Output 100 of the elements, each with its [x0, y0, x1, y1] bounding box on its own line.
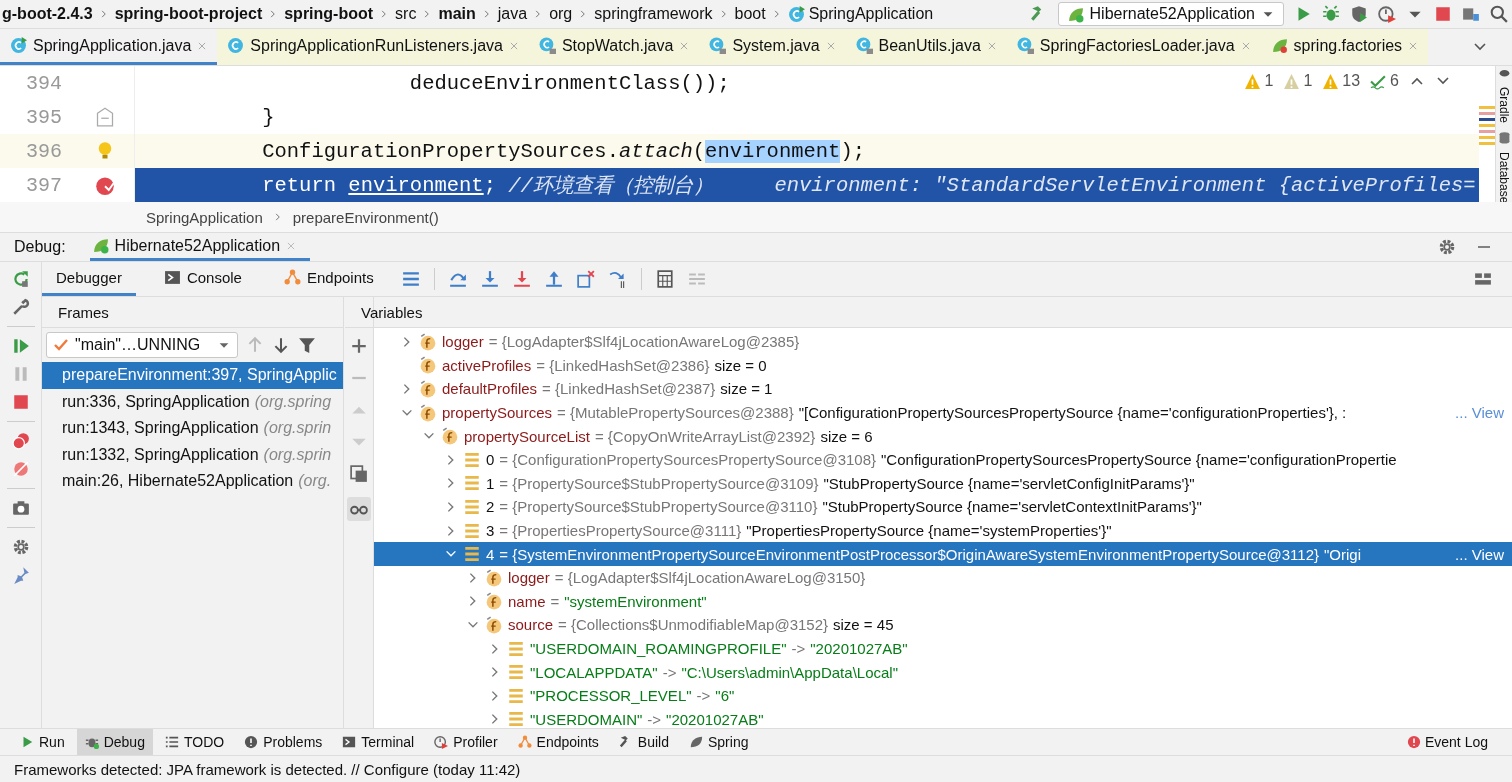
close-icon[interactable]	[986, 40, 997, 51]
filter-icon[interactable]	[298, 336, 316, 354]
inspection-counter[interactable]: 13	[1322, 72, 1361, 90]
editor-tab[interactable]: SpringApplicationRunListeners.java	[217, 29, 529, 65]
mute-breakpoints-icon[interactable]	[11, 460, 30, 478]
side-tool-button[interactable]: Gradle	[1497, 87, 1511, 124]
project-structure-icon[interactable]	[1462, 5, 1480, 23]
breadcrumb-item[interactable]: g-boot-2.4.3	[2, 5, 93, 23]
tool-window-button[interactable]: Problems	[236, 729, 331, 755]
inspection-counter[interactable]: 1	[1283, 72, 1313, 90]
search-icon[interactable]	[1490, 5, 1508, 23]
close-icon[interactable]	[508, 40, 519, 51]
watches-toggle[interactable]	[346, 497, 371, 521]
breakpoint-icon[interactable]	[95, 175, 115, 195]
breadcrumb-item[interactable]: spring-boot	[284, 5, 374, 23]
breakpoints-icon[interactable]	[11, 432, 30, 450]
breadcrumb-item[interactable]: SpringApplication	[787, 5, 934, 23]
drop-frame-icon[interactable]	[576, 270, 595, 288]
calculator-icon[interactable]	[655, 270, 674, 288]
session-tab[interactable]: Hibernate52Application	[89, 233, 311, 261]
variable-row[interactable]: defaultProfiles = {LinkedHashSet@2387} size = 1	[374, 377, 1512, 401]
breadcrumb-item[interactable]: boot	[734, 5, 766, 23]
stack-frame[interactable]: run:336, SpringApplication (org.spring	[42, 388, 343, 415]
breadcrumb-item[interactable]: src	[395, 5, 417, 23]
debugger-tab[interactable]: Debugger	[42, 262, 136, 296]
rerun-icon[interactable]	[11, 270, 30, 288]
variable-row[interactable]: "PROCESSOR_LEVEL" -> "6"	[374, 683, 1512, 708]
layout-icon[interactable]	[1474, 270, 1492, 288]
variable-row[interactable]: "USERDOMAIN_ROAMINGPROFILE" -> "20201027AB"	[374, 636, 1512, 661]
run-to-cursor-icon[interactable]	[608, 270, 627, 288]
stack-frame[interactable]: run:1343, SpringApplication (org.sprin	[42, 415, 343, 442]
camera-icon[interactable]	[11, 499, 30, 517]
add-icon[interactable]	[349, 337, 368, 355]
tool-window-button[interactable]: Terminal	[334, 729, 423, 755]
settings-icon[interactable]	[1438, 238, 1456, 256]
breadcrumb-item[interactable]: org	[549, 5, 573, 23]
tool-window-button[interactable]: Run	[12, 729, 73, 755]
thread-dropdown[interactable]: "main"…UNNING	[46, 332, 238, 358]
variable-row[interactable]: "USERDOMAIN" -> "20201027AB"	[374, 707, 1512, 728]
breadcrumb-item[interactable]: java	[497, 5, 528, 23]
inspection-counter[interactable]: 1	[1244, 72, 1274, 90]
database-icon[interactable]	[1497, 131, 1511, 145]
breadcrumb-item[interactable]: spring-boot-project	[114, 5, 263, 23]
debug-icon[interactable]	[1322, 5, 1340, 23]
variable-row[interactable]: name = "systemEnvironment"	[374, 589, 1512, 614]
variable-row[interactable]: 4 = {SystemEnvironmentPropertySourceEnvironmentPostProcessor$OriginAwareSystemEnvironmentPropertySource@3112} "Origi ... View	[374, 542, 1512, 566]
breadcrumb-item[interactable]: prepareEnvironment()	[292, 208, 439, 226]
tool-window-button[interactable]: Debug	[76, 729, 153, 755]
stack-frame[interactable]: run:1332, SpringApplication (org.sprin	[42, 441, 343, 468]
wrench-icon[interactable]	[11, 298, 30, 316]
tool-window-button[interactable]: Spring	[681, 729, 757, 755]
settings-icon[interactable]	[11, 538, 30, 556]
editor-tab[interactable]: StopWatch.java	[528, 29, 700, 65]
arrow-down-icon[interactable]	[272, 336, 290, 354]
tool-window-button[interactable]: Profiler	[426, 729, 506, 755]
variable-row[interactable]: 0 = {ConfigurationPropertySourcesPropertySource@3108} "ConfigurationPropertySourcesPropertySource {name='configurationPropertie	[374, 447, 1512, 472]
variable-row[interactable]: 3 = {PropertiesPropertySource@3111} "PropertiesPropertySource {name='systemProperties'}"	[374, 518, 1512, 543]
breadcrumb-item[interactable]: main	[438, 5, 476, 23]
breadcrumb-item[interactable]: springframework	[594, 5, 713, 23]
variable-row[interactable]: 2 = {PropertySource$StubPropertySource@3110} "StubPropertySource {name='servletContextInitParams'}"	[374, 495, 1512, 519]
close-icon[interactable]	[1240, 40, 1251, 51]
step-into-icon[interactable]	[480, 270, 499, 288]
close-icon[interactable]	[825, 40, 836, 51]
coverage-icon[interactable]	[1350, 5, 1368, 23]
step-out-icon[interactable]	[544, 270, 563, 288]
tool-window-button[interactable]: TODO	[156, 729, 233, 755]
stack-frame[interactable]: main:26, Hibernate52Application (org.	[42, 468, 343, 495]
side-tool-button[interactable]: Database	[1497, 152, 1511, 204]
editor-tab[interactable]: spring.factories	[1260, 29, 1429, 65]
variable-row[interactable]: source = {Collections$UnmodifiableMap@3152} size = 45	[374, 613, 1512, 637]
breadcrumb-item[interactable]: SpringApplication	[146, 208, 263, 226]
event-log-button[interactable]: Event Log	[1406, 734, 1512, 750]
force-step-into-icon[interactable]	[512, 270, 531, 288]
resume-icon[interactable]	[11, 337, 30, 355]
tool-window-button[interactable]: Endpoints	[509, 729, 607, 755]
variable-row[interactable]: logger = {LogAdapter$Slf4jLocationAwareLog@3150}	[374, 565, 1512, 590]
stop-icon[interactable]	[11, 393, 30, 411]
editor-tab[interactable]: SpringFactoriesLoader.java	[1006, 29, 1261, 65]
editor-tab[interactable]: System.java	[699, 29, 846, 65]
run-configuration-dropdown[interactable]: Hibernate52Application	[1057, 2, 1284, 26]
stop-icon[interactable]	[1434, 5, 1452, 23]
close-icon[interactable]	[679, 40, 690, 51]
inspection-counter[interactable]: 6	[1370, 72, 1399, 90]
close-icon[interactable]	[197, 40, 208, 51]
profiler-icon[interactable]	[1378, 5, 1396, 23]
variable-row[interactable]: propertySources = {MutablePropertySources@2388} "[ConfigurationPropertySourcesPropertySource {name='configurationProperties'}, : ... View	[374, 400, 1512, 425]
variable-row[interactable]: "LOCALAPPDATA" -> "C:\Users\admin\AppData\Local"	[374, 660, 1512, 684]
stack-frame[interactable]: prepareEnvironment:397, SpringApplic	[42, 362, 343, 389]
debugger-tab[interactable]: Endpoints	[269, 262, 388, 296]
variable-row[interactable]: logger = {LogAdapter$Slf4jLocationAwareLog@2385}	[374, 330, 1512, 354]
variable-row[interactable]: propertySourceList = {CopyOnWriteArrayList@2392} size = 6	[374, 424, 1512, 448]
menu-icon[interactable]	[401, 270, 420, 288]
copy-icon[interactable]	[349, 465, 368, 483]
debugger-tab[interactable]: Console	[149, 262, 256, 296]
variable-row[interactable]: 1 = {PropertySource$StubPropertySource@3109} "StubPropertySource {name='servletConfigInitParams'}"	[374, 471, 1512, 496]
variable-row[interactable]: activeProfiles = {LinkedHashSet@2386} size = 0	[374, 353, 1512, 378]
close-icon[interactable]	[1408, 40, 1419, 51]
tool-window-button[interactable]: Build	[610, 729, 677, 755]
editor-tab[interactable]: BeanUtils.java	[845, 29, 1007, 65]
view-link[interactable]: ... View	[1455, 545, 1512, 563]
